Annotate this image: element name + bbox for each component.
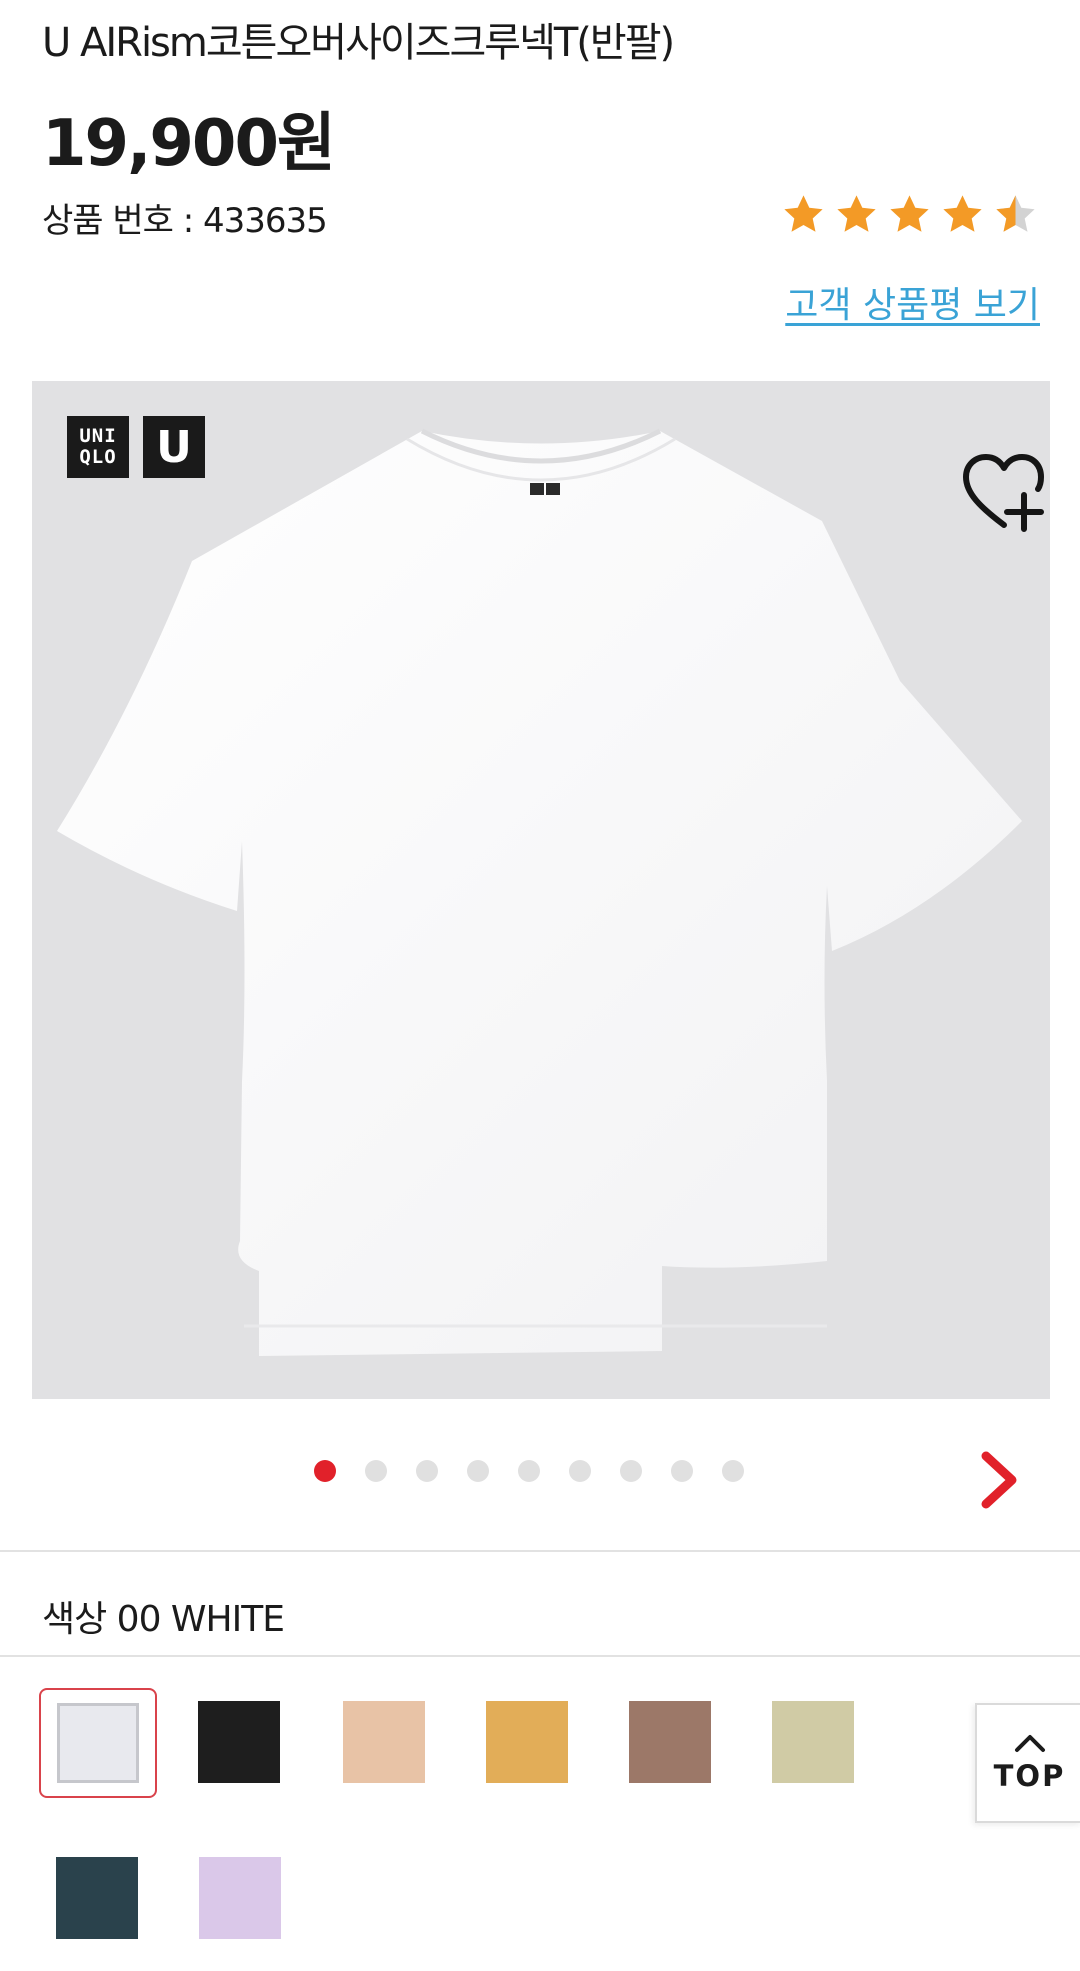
color-label: 색상 00 WHITE xyxy=(42,1599,285,1640)
swatch-white-fill xyxy=(57,1703,139,1783)
product-number: 상품 번호 : 433635 xyxy=(42,201,328,241)
tshirt-image xyxy=(57,428,1022,1356)
reviews-link[interactable]: 고객 상품평 보기 xyxy=(785,276,1040,328)
uniqlo-u-mark: U xyxy=(143,416,205,478)
next-arrow-icon[interactable] xyxy=(976,1450,1024,1510)
star-icon xyxy=(837,195,876,232)
swatch-white-selected[interactable] xyxy=(39,1688,157,1798)
carousel-dot[interactable] xyxy=(722,1460,744,1482)
uniqlo-logo: UNI QLO xyxy=(67,416,129,478)
carousel-dot[interactable] xyxy=(518,1460,540,1482)
back-to-top-button[interactable]: TOP xyxy=(975,1703,1080,1823)
chevron-up-icon xyxy=(1014,1735,1045,1752)
rating-stars xyxy=(781,192,1038,242)
carousel-dot[interactable] xyxy=(467,1460,489,1482)
divider xyxy=(0,1550,1080,1552)
swatch-dark-teal[interactable] xyxy=(56,1857,138,1939)
star-icon xyxy=(784,195,823,232)
wishlist-heart-plus-icon[interactable] xyxy=(960,451,1046,537)
swatch-brown[interactable] xyxy=(629,1701,711,1783)
swatch-beige[interactable] xyxy=(343,1701,425,1783)
product-image[interactable]: UNI QLO U xyxy=(32,381,1050,1399)
carousel-dot[interactable] xyxy=(569,1460,591,1482)
top-label: TOP xyxy=(993,1759,1066,1793)
uniqlo-u-logo: UNI QLO U xyxy=(67,416,205,478)
swatch-black[interactable] xyxy=(198,1701,280,1783)
carousel-dot[interactable] xyxy=(620,1460,642,1482)
product-price: 19,900원 xyxy=(42,107,336,181)
carousel-dot[interactable] xyxy=(671,1460,693,1482)
carousel-dots xyxy=(314,1460,744,1482)
carousel-dot[interactable] xyxy=(416,1460,438,1482)
carousel-dot[interactable] xyxy=(365,1460,387,1482)
star-half-icon xyxy=(996,195,1035,232)
swatch-light-olive[interactable] xyxy=(772,1701,854,1783)
divider xyxy=(0,1655,1080,1657)
star-icon xyxy=(890,195,929,232)
carousel-dot[interactable] xyxy=(314,1460,336,1482)
swatch-mustard[interactable] xyxy=(486,1701,568,1783)
star-icon xyxy=(943,195,982,232)
product-title: U AIRism코튼오버사이즈크루넥T(반팔) xyxy=(42,20,675,66)
swatch-lavender[interactable] xyxy=(199,1857,281,1939)
